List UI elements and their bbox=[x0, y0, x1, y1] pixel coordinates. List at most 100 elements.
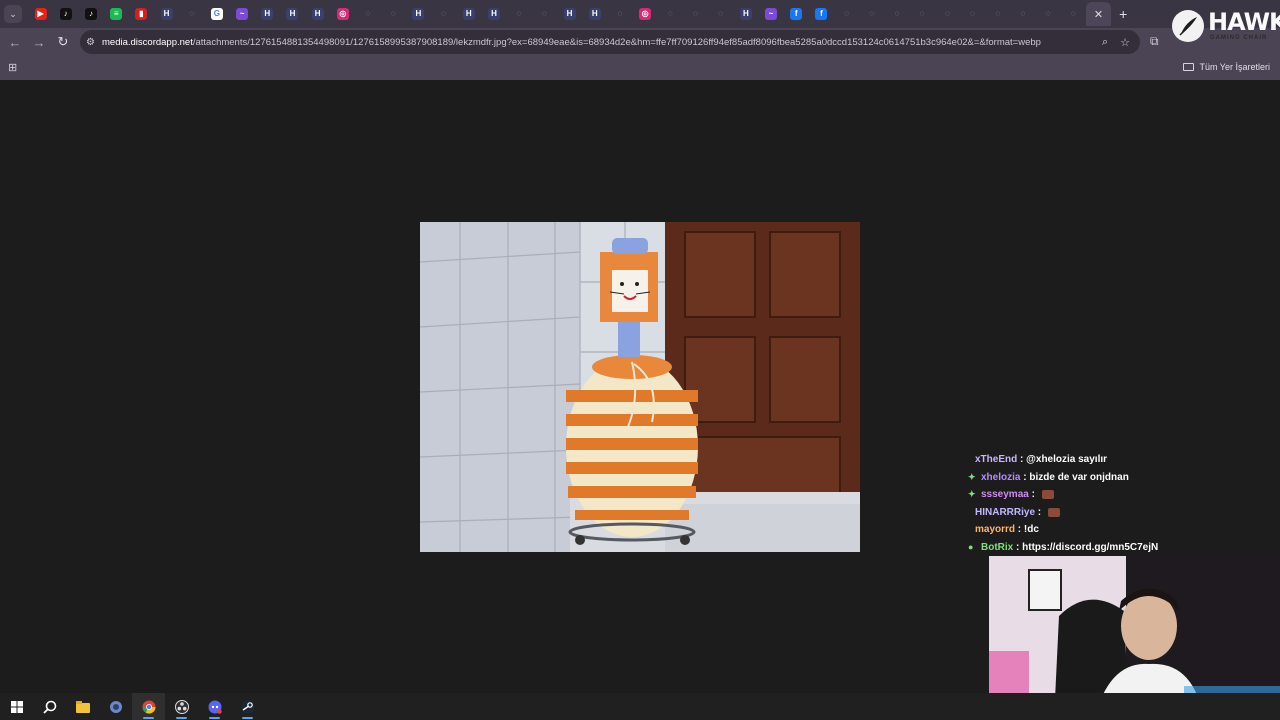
tab-favicon-icon: ◌ bbox=[189, 9, 195, 18]
browser-tab[interactable]: ◌ bbox=[381, 2, 406, 26]
browser-tab[interactable]: ◌ bbox=[834, 2, 859, 26]
browser-tab[interactable]: ≡ bbox=[104, 2, 129, 26]
tab-favicon-icon: H bbox=[462, 8, 475, 20]
browser-tab[interactable]: ◌ bbox=[985, 2, 1010, 26]
steam-taskbar-button[interactable] bbox=[231, 693, 264, 720]
windows-taskbar bbox=[0, 693, 1280, 720]
tab-favicon-icon: ▶ bbox=[34, 8, 47, 20]
browser-tab[interactable]: ◌ bbox=[935, 2, 960, 26]
tab-favicon-icon: ◌ bbox=[693, 9, 698, 18]
file-explorer-button[interactable] bbox=[66, 693, 99, 720]
tab-favicon-icon: ◌ bbox=[844, 9, 849, 18]
browser-tab[interactable]: H bbox=[154, 2, 179, 26]
site-info-icon[interactable]: ⚙ bbox=[86, 37, 102, 48]
chat-message: ● BotRix : https://discord.gg/mn5C7ejN bbox=[968, 539, 1268, 557]
browser-tab[interactable]: H bbox=[481, 2, 506, 26]
all-bookmarks-label: Tüm Yer İşaretleri bbox=[1199, 62, 1270, 72]
tab-favicon-icon: ◌ bbox=[667, 9, 673, 18]
forward-button[interactable]: → bbox=[27, 30, 51, 54]
folder-icon bbox=[1183, 63, 1195, 71]
tab-list: ▶ ♪ ♪ ≡ ▮ H ◌ G ~ H H H ◎ ◌ ◌ H ◌ H H ◌ ◌ H H ◌ ◎ ◌ ◌ ◌ H ~ f f ◌ ◌ ◌ ◌ ◌ ◌ ◌ ◌… bbox=[28, 2, 1112, 26]
browser-tab[interactable]: ◌ bbox=[658, 2, 683, 26]
browser-tab[interactable]: H bbox=[280, 2, 305, 26]
browser-tab[interactable]: ◌ bbox=[607, 2, 632, 26]
tab-favicon-icon: H bbox=[160, 8, 173, 20]
apps-grid-icon[interactable]: ⊞ bbox=[8, 61, 17, 74]
browser-tab[interactable]: ~ bbox=[230, 2, 255, 26]
browser-tab[interactable]: ▮ bbox=[129, 2, 154, 26]
chrome-taskbar-button[interactable] bbox=[132, 693, 165, 720]
tab-favicon-icon: ♪ bbox=[84, 8, 97, 20]
browser-tab[interactable]: H bbox=[733, 2, 758, 26]
browser-tab[interactable]: ◌ bbox=[179, 2, 204, 26]
tab-favicon-icon: ◌ bbox=[970, 9, 975, 18]
browser-tab[interactable]: ◌ bbox=[884, 2, 909, 26]
chat-username: BotRix bbox=[981, 541, 1014, 553]
browser-tab[interactable]: H bbox=[255, 2, 280, 26]
browser-tab[interactable]: ◌ bbox=[1010, 2, 1035, 26]
chat-emote-icon bbox=[1047, 507, 1060, 517]
windows-logo-icon bbox=[10, 700, 23, 713]
tab-favicon-icon: H bbox=[487, 8, 500, 20]
chat-separator: : bbox=[1017, 454, 1027, 466]
browser-tab[interactable]: ♪ bbox=[53, 2, 78, 26]
browser-tab[interactable]: ◌ bbox=[431, 2, 456, 26]
browser-tab[interactable]: ♪ bbox=[78, 2, 103, 26]
search-button[interactable] bbox=[33, 693, 66, 720]
close-tab-icon[interactable]: ✕ bbox=[1094, 8, 1103, 21]
browser-tab[interactable]: ◌ bbox=[355, 2, 380, 26]
tab-favicon-icon: ◎ bbox=[336, 8, 349, 20]
tab-favicon-icon: ◌ bbox=[516, 9, 522, 18]
browser-tab[interactable]: H bbox=[582, 2, 607, 26]
browser-tab[interactable]: H bbox=[406, 2, 431, 26]
browser-tab[interactable]: G bbox=[204, 2, 229, 26]
tab-favicon-icon: f bbox=[790, 8, 803, 20]
chat-message-text: !dc bbox=[1023, 524, 1039, 536]
browser-tab[interactable]: ▶ bbox=[28, 2, 53, 26]
browser-tab[interactable]: ◎ bbox=[330, 2, 355, 26]
browser-tab[interactable]: ◌ bbox=[507, 2, 532, 26]
browser-tab[interactable]: ✕ bbox=[1085, 2, 1112, 26]
discord-taskbar-button[interactable] bbox=[198, 693, 231, 720]
arrow-left-icon: ← bbox=[8, 34, 22, 50]
browser-tab[interactable]: ◌ bbox=[910, 2, 935, 26]
back-button[interactable]: ← bbox=[3, 30, 27, 54]
chat-username: ssseymaa bbox=[981, 489, 1029, 501]
tab-favicon-icon: ≡ bbox=[110, 8, 123, 20]
browser-tab[interactable]: ◌ bbox=[1061, 2, 1086, 26]
zoom-icon[interactable]: ⌕ bbox=[1102, 36, 1108, 49]
bookmark-star-icon[interactable]: ☆ bbox=[1120, 36, 1130, 49]
browser-tab[interactable]: ~ bbox=[758, 2, 783, 26]
tab-favicon-icon: f bbox=[815, 8, 828, 20]
reload-button[interactable]: ↻ bbox=[51, 30, 75, 54]
browser-tab[interactable]: f bbox=[809, 2, 834, 26]
chat-message-text: @xhelozia sayılır bbox=[1026, 454, 1108, 466]
browser-tab[interactable]: ◌ bbox=[532, 2, 557, 26]
tab-strip: ⌄ ▶ ♪ ♪ ≡ ▮ H ◌ G ~ H H H ◎ ◌ ◌ H ◌ H H ◌ ◌ H H ◌ ◎ ◌ ◌ ◌ H ~ f f ◌ ◌ ◌ ◌ ◌ ◌… bbox=[0, 0, 1280, 28]
url-path: /attachments/1276154881354498091/1276158… bbox=[192, 36, 1041, 48]
chat-separator: : bbox=[1028, 489, 1038, 501]
chat-separator: : bbox=[1035, 506, 1044, 518]
browser-tab[interactable]: ◎ bbox=[633, 2, 658, 26]
new-tab-button[interactable]: + bbox=[1119, 6, 1127, 22]
tab-favicon-icon: ◎ bbox=[639, 8, 652, 20]
url-text[interactable]: media.discordapp.net/attachments/1276154… bbox=[102, 37, 1102, 48]
tab-search-menu-button[interactable]: ⌄ bbox=[4, 5, 22, 23]
browser-tab[interactable]: ◌ bbox=[683, 2, 708, 26]
browser-tab[interactable]: ◌ bbox=[859, 2, 884, 26]
extensions-icon[interactable]: ⧉ bbox=[1150, 34, 1159, 49]
all-bookmarks-folder[interactable]: Tüm Yer İşaretleri bbox=[1183, 62, 1270, 72]
chat-username: HINARRRiye bbox=[975, 506, 1036, 518]
browser-tab[interactable]: H bbox=[305, 2, 330, 26]
browser-tab[interactable]: H bbox=[557, 2, 582, 26]
browser-tab[interactable]: f bbox=[784, 2, 809, 26]
taskbar-app-blue[interactable] bbox=[99, 693, 132, 720]
browser-tab[interactable]: H bbox=[456, 2, 481, 26]
start-button[interactable] bbox=[0, 693, 33, 720]
address-bar[interactable]: ⚙ media.discordapp.net/attachments/12761… bbox=[80, 30, 1140, 54]
browser-tab[interactable]: ◌ bbox=[708, 2, 733, 26]
browser-tab[interactable]: ◌ bbox=[960, 2, 985, 26]
obs-taskbar-button[interactable] bbox=[165, 693, 198, 720]
obs-icon bbox=[174, 699, 189, 714]
browser-tab[interactable]: ◌ bbox=[1036, 2, 1061, 26]
